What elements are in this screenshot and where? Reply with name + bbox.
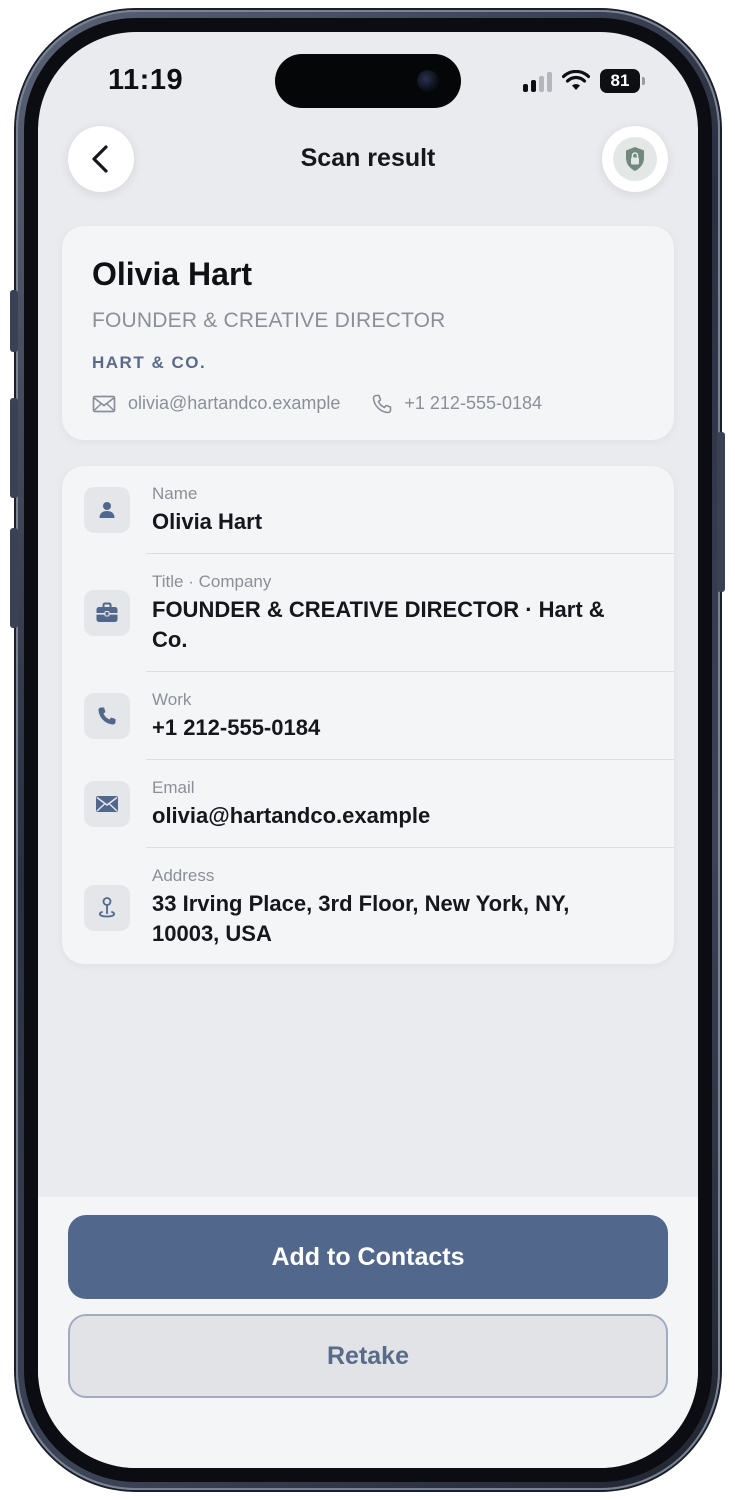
power-button xyxy=(717,432,725,592)
summary-email-text: olivia@hartandco.example xyxy=(128,393,341,413)
screen: 11:19 81 Scan result Olivia Hart FOUNDER… xyxy=(38,32,698,1468)
detail-value: 33 Irving Place, 3rd Floor, New York, NY… xyxy=(152,891,570,946)
detail-label: Title · Company xyxy=(152,572,272,591)
summary-phone: +1 212-555-0184 xyxy=(372,393,542,414)
retake-button[interactable]: Retake xyxy=(68,1314,668,1398)
page-title: Scan result xyxy=(300,144,436,172)
contact-title: FOUNDER & CREATIVE DIRECTOR xyxy=(92,309,446,332)
envelope-icon xyxy=(92,395,116,412)
envelope-icon xyxy=(84,781,130,827)
detail-label: Address xyxy=(152,866,215,885)
camera-icon xyxy=(417,70,439,92)
summary-email: olivia@hartandco.example xyxy=(92,393,340,414)
detail-row-address[interactable]: Address 33 Irving Place, 3rd Floor, New … xyxy=(62,848,674,964)
privacy-button[interactable] xyxy=(602,126,668,192)
summary-phone-text: +1 212-555-0184 xyxy=(404,393,543,413)
phone-icon xyxy=(84,693,130,739)
contact-summary-card: Olivia Hart FOUNDER & CREATIVE DIRECTOR … xyxy=(62,226,674,440)
detail-row-email[interactable]: Email olivia@hartandco.example xyxy=(62,760,674,848)
detail-value: olivia@hartandco.example xyxy=(152,803,431,828)
detail-label: Name xyxy=(152,484,198,503)
battery-icon: 81 xyxy=(600,69,645,93)
person-icon xyxy=(84,487,130,533)
wifi-icon xyxy=(562,70,590,90)
detail-value: Olivia Hart xyxy=(152,509,263,534)
detail-row-work-phone[interactable]: Work +1 212-555-0184 xyxy=(62,672,674,760)
detail-row-name[interactable]: Name Olivia Hart xyxy=(62,466,674,554)
detail-value: +1 212-555-0184 xyxy=(152,715,321,740)
detail-label: Work xyxy=(152,690,192,709)
detail-value: FOUNDER & CREATIVE DIRECTOR · Hart & Co. xyxy=(152,597,605,652)
shield-lock-icon xyxy=(626,147,644,171)
contact-company: HART & CO. xyxy=(92,353,207,372)
contact-quick-info: olivia@hartandco.example +1 212-555-0184 xyxy=(92,393,644,414)
location-pin-icon xyxy=(84,885,130,931)
status-indicators: 81 xyxy=(523,68,645,94)
phone-icon xyxy=(373,394,392,413)
action-button xyxy=(10,290,18,352)
detail-row-title-company[interactable]: Title · Company FOUNDER & CREATIVE DIREC… xyxy=(62,554,674,672)
privacy-badge xyxy=(613,137,657,181)
volume-down-button xyxy=(10,528,18,628)
dynamic-island xyxy=(275,54,461,108)
detail-label: Email xyxy=(152,778,195,797)
contact-name: Olivia Hart xyxy=(92,256,253,292)
status-time: 11:19 xyxy=(108,64,184,96)
briefcase-icon xyxy=(84,590,130,636)
cellular-signal-icon xyxy=(523,70,552,92)
contact-details-list: Name Olivia Hart Title · Company FOUNDER… xyxy=(62,466,674,964)
add-to-contacts-button[interactable]: Add to Contacts xyxy=(68,1215,668,1299)
volume-up-button xyxy=(10,398,18,498)
